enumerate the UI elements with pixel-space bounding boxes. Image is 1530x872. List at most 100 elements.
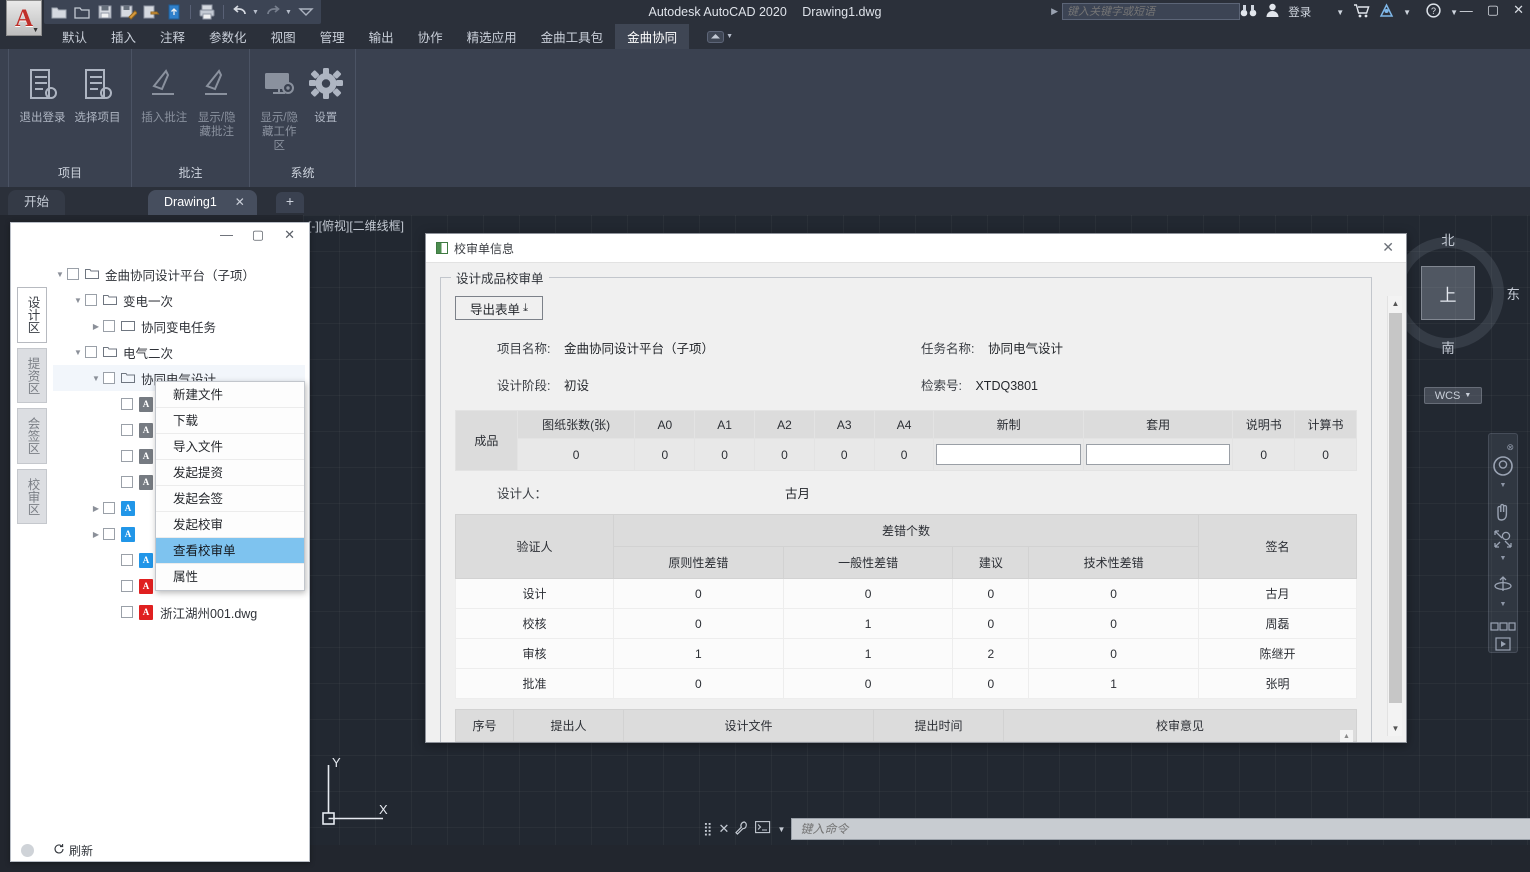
view-cube-top-face[interactable]: 上: [1421, 266, 1475, 320]
view-cube-south-label[interactable]: 南: [1441, 337, 1455, 357]
context-menu-item-initiate-countersign[interactable]: 发起会签: [156, 486, 304, 512]
plot-preview-icon[interactable]: [142, 3, 160, 21]
chevron-down-icon[interactable]: ▼: [89, 374, 103, 383]
panel-minimize-button[interactable]: —: [220, 227, 233, 242]
redo-icon[interactable]: [264, 3, 282, 21]
side-tab-countersign-area[interactable]: 会签区: [17, 408, 47, 464]
undo-icon[interactable]: [231, 3, 249, 21]
chevron-right-icon[interactable]: ▶: [89, 322, 103, 331]
tree-checkbox[interactable]: [103, 320, 115, 332]
tree-checkbox[interactable]: [67, 268, 79, 280]
ribbon-button-settings[interactable]: 设置: [305, 59, 348, 153]
export-form-button[interactable]: 导出表单 ⤓: [455, 296, 543, 320]
tree-node-substation-primary[interactable]: ▼ 变电一次: [53, 287, 305, 313]
close-icon[interactable]: ✕: [235, 190, 245, 215]
new-file-icon[interactable]: [50, 3, 68, 21]
refresh-button[interactable]: 刷新: [53, 842, 93, 859]
tree-checkbox[interactable]: [121, 398, 133, 410]
pan-hand-icon[interactable]: [1492, 501, 1514, 526]
chevron-right-icon[interactable]: ▶: [89, 504, 103, 513]
ribbon-button-insert-markup[interactable]: 插入批注: [140, 59, 189, 139]
chevron-down-icon[interactable]: ▼: [285, 9, 292, 16]
ribbon-tab-jinqu-collab[interactable]: 金曲协同: [615, 24, 689, 49]
close-icon[interactable]: ✕: [719, 821, 730, 837]
chevron-right-icon[interactable]: ▶: [89, 530, 103, 539]
chevron-down-icon[interactable]: ▼: [252, 9, 259, 16]
tree-checkbox[interactable]: [103, 528, 115, 540]
scroll-up-icon[interactable]: ▲: [1340, 730, 1353, 742]
ribbon-collapse-icon[interactable]: [707, 31, 724, 43]
tree-checkbox[interactable]: [103, 372, 115, 384]
signin-label[interactable]: 登录: [1288, 4, 1311, 20]
panel-maximize-button[interactable]: ▢: [252, 227, 264, 243]
chevron-down-icon[interactable]: ▼: [71, 296, 85, 305]
tree-checkbox[interactable]: [121, 476, 133, 488]
maximize-button[interactable]: ▢: [1487, 2, 1499, 18]
opinion-table-scrollbar[interactable]: ▲: [1340, 730, 1353, 742]
wrench-icon[interactable]: [735, 821, 749, 838]
open-folder-icon[interactable]: [73, 3, 91, 21]
ribbon-tab-output[interactable]: 输出: [357, 24, 406, 49]
tree-file-row-zhejiang[interactable]: A 浙江湖州001.dwg: [53, 599, 305, 625]
play-icon[interactable]: [1492, 637, 1514, 654]
command-prompt-icon[interactable]: [755, 821, 771, 837]
ribbon-tab-annotate[interactable]: 注释: [148, 24, 197, 49]
help-icon[interactable]: ?: [1426, 3, 1441, 21]
context-menu-item-download[interactable]: 下载: [156, 408, 304, 434]
tree-node-electrical-secondary[interactable]: ▼ 电气二次: [53, 339, 305, 365]
chevron-right-icon[interactable]: ▶: [1051, 6, 1058, 17]
chevron-down-icon[interactable]: ▼: [1403, 8, 1411, 17]
ribbon-tab-insert[interactable]: 插入: [99, 24, 148, 49]
view-cube-east-label[interactable]: 东: [1507, 283, 1521, 303]
customize-icon[interactable]: [297, 3, 315, 21]
tree-checkbox[interactable]: [103, 502, 115, 514]
ribbon-tab-manage[interactable]: 管理: [308, 24, 357, 49]
context-menu-item-properties[interactable]: 属性: [156, 564, 304, 590]
ribbon-button-select-project[interactable]: 选择项目: [72, 59, 123, 125]
chevron-down-icon[interactable]: ▼: [1500, 555, 1507, 562]
export-icon[interactable]: [165, 3, 183, 21]
chevron-down-icon[interactable]: ▼: [53, 270, 67, 279]
ribbon-tab-default[interactable]: 默认: [50, 24, 99, 49]
chevron-down-icon[interactable]: ▼: [1450, 8, 1458, 17]
close-button[interactable]: ✕: [1513, 2, 1524, 18]
side-tab-design-area-full[interactable]: 设计区: [17, 287, 47, 343]
new-count-input[interactable]: [936, 444, 1080, 465]
tree-checkbox[interactable]: [121, 424, 133, 436]
zoom-extents-icon[interactable]: [1492, 528, 1514, 553]
tab-drawing1[interactable]: Drawing1 ✕: [148, 190, 257, 215]
tree-node-platform[interactable]: ▼ 金曲协同设计平台（子项）: [53, 261, 305, 287]
chevron-down-icon[interactable]: ▼: [71, 348, 85, 357]
panel-close-button[interactable]: ✕: [284, 227, 295, 243]
context-menu-item-import-file[interactable]: 导入文件: [156, 434, 304, 460]
ribbon-tab-jinqu-toolkit[interactable]: 金曲工具包: [529, 24, 616, 49]
search-input[interactable]: [1062, 3, 1240, 20]
drag-handle-icon[interactable]: ⣿: [703, 821, 713, 837]
ribbon-tab-collaborate[interactable]: 协作: [406, 24, 455, 49]
tree-checkbox[interactable]: [85, 294, 97, 306]
orbit-icon[interactable]: [1492, 574, 1514, 599]
application-menu-button[interactable]: A ▼: [6, 0, 42, 36]
tree-checkbox[interactable]: [121, 554, 133, 566]
tree-checkbox[interactable]: [121, 606, 133, 618]
close-icon[interactable]: ⊗: [1506, 442, 1514, 453]
save-icon[interactable]: [96, 3, 114, 21]
ribbon-tab-view[interactable]: 视图: [259, 24, 308, 49]
wcs-dropdown[interactable]: WCS ▼: [1424, 387, 1482, 404]
tree-node-substation-task[interactable]: ▶ 协同变电任务: [53, 313, 305, 339]
chevron-down-icon[interactable]: ▼: [726, 33, 733, 40]
scroll-up-icon[interactable]: ▲: [1388, 296, 1403, 311]
scrollbar-thumb[interactable]: [1389, 313, 1402, 703]
user-icon[interactable]: [1266, 3, 1279, 21]
autodesk-app-icon[interactable]: [1379, 3, 1394, 21]
tree-checkbox[interactable]: [121, 580, 133, 592]
new-tab-button[interactable]: +: [276, 192, 304, 213]
viewport-label[interactable]: [-][俯视][二维线框]: [308, 217, 404, 234]
steering-wheel-icon[interactable]: [1492, 455, 1514, 480]
context-menu-item-new-file[interactable]: 新建文件: [156, 382, 304, 408]
ribbon-button-toggle-markup[interactable]: 显示/隐藏批注: [193, 59, 242, 139]
context-menu-item-initiate-supply[interactable]: 发起提资: [156, 460, 304, 486]
side-tab-supply-area[interactable]: 提资区: [17, 348, 47, 404]
chevron-down-icon[interactable]: ▼: [777, 825, 785, 834]
reuse-count-input[interactable]: [1086, 444, 1230, 465]
